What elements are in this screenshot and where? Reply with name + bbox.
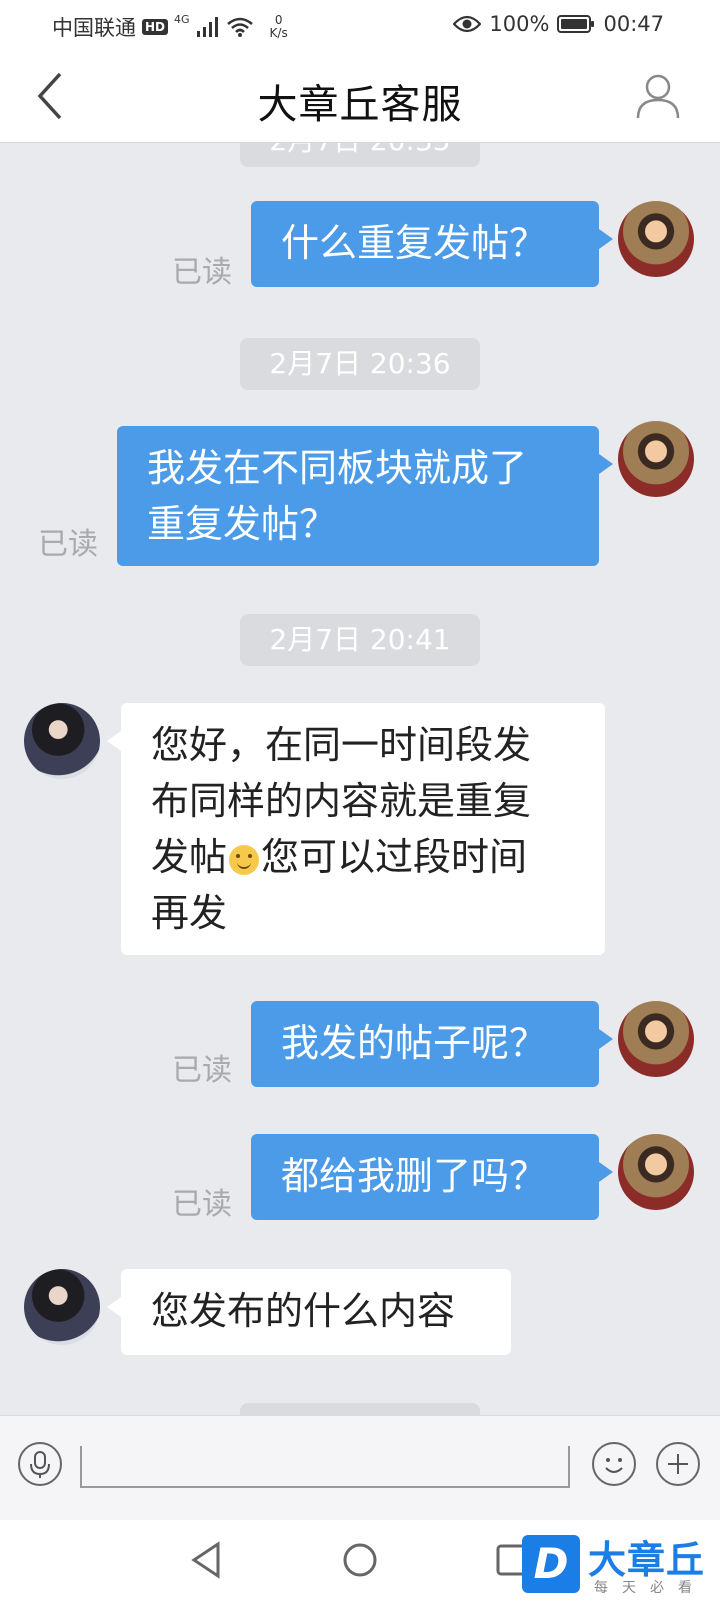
status-bar: 中国联通 HD 4G 0 K/s 100% 00:47 (0, 0, 720, 50)
wifi-icon (226, 17, 253, 37)
speed-unit: K/s (269, 26, 288, 40)
message-bubble-incoming[interactable]: 您好，在同一时间段发 布同样的内容就是重复 发帖 您可以过段时间 再发 (107, 703, 605, 955)
network-speed: 0 K/s (270, 14, 288, 40)
watermark-name: 大章丘 (588, 1538, 706, 1582)
read-status: 已读 (172, 1053, 232, 1088)
message-input-bar (0, 1415, 720, 1521)
eye-icon (453, 15, 482, 33)
nav-back-button[interactable] (186, 1540, 230, 1580)
avatar[interactable] (24, 703, 100, 779)
message-line: 您好，在同一时间段发 (151, 723, 532, 767)
person-icon (636, 74, 680, 119)
message-line: 布同样的内容就是重复 (151, 779, 532, 823)
timestamp: 2月7日 20:36 (240, 338, 480, 390)
hd-badge: HD (142, 19, 169, 35)
carrier-label: 中国联通 (52, 16, 136, 40)
chat-message-list[interactable]: 2月7日 20:35 已读 什么重复发帖？ 2月7日 20:36 已读 我发在不… (0, 143, 720, 1415)
chat-screen: 中国联通 HD 4G 0 K/s 100% 00:47 大章丘客服 已读 什么重… (0, 0, 720, 1600)
nav-home-button[interactable] (338, 1540, 382, 1580)
voice-button[interactable] (18, 1442, 62, 1486)
message-text: 都给我删了吗？ (281, 1154, 548, 1198)
message-text: 您发布的什么内容 (151, 1289, 456, 1333)
smiley-icon (605, 1458, 623, 1473)
message-line: 我发在不同板块就成了 (147, 446, 528, 490)
timestamp: 2月7日 20:41 (240, 614, 480, 666)
plus-icon (668, 1454, 688, 1474)
page-title: 大章丘客服 (257, 82, 463, 128)
read-status: 已读 (38, 527, 98, 562)
read-status: 已读 (172, 1187, 232, 1222)
message-text: 发帖 (151, 835, 228, 879)
message-text: 什么重复发帖？ (281, 221, 548, 265)
watermark-slogan: 每天必看 (594, 1580, 706, 1596)
watermark-logo-mark: D (522, 1535, 580, 1593)
emoji-button[interactable] (592, 1442, 636, 1486)
message-line: 发帖 您可以过段时间 (151, 829, 575, 885)
read-status: 已读 (172, 255, 232, 290)
avatar[interactable] (618, 421, 694, 497)
microphone-icon (30, 1451, 50, 1478)
avatar[interactable] (618, 201, 694, 277)
battery-percent: 100% (489, 12, 550, 36)
message-bubble-outgoing[interactable]: 我发的帖子呢？ (251, 1001, 613, 1087)
more-button[interactable] (656, 1442, 700, 1486)
avatar[interactable] (24, 1269, 100, 1345)
message-text: 我发的帖子呢？ (281, 1021, 548, 1065)
circle-home-icon (343, 1543, 377, 1577)
message-bubble-incoming[interactable]: 您发布的什么内容 (107, 1269, 511, 1355)
battery-icon (557, 15, 595, 33)
chat-header: 大章丘客服 (0, 50, 720, 143)
timestamp: 2月7日 20:35 (240, 143, 480, 167)
message-line: 重复发帖？ (147, 502, 338, 546)
watermark-logo: D 大章丘 每天必看 (522, 1533, 720, 1600)
message-bubble-outgoing[interactable]: 我发在不同板块就成了 重复发帖？ (117, 426, 613, 566)
network-type: 4G (174, 12, 190, 26)
message-bubble-outgoing[interactable]: 都给我删了吗？ (251, 1134, 613, 1220)
smiley-emoji-icon (229, 844, 260, 875)
message-bubble-outgoing[interactable]: 什么重复发帖？ (251, 201, 613, 287)
signal-icon (196, 17, 218, 37)
timestamp-partial (240, 1403, 480, 1415)
message-line: 再发 (151, 891, 228, 935)
profile-button[interactable] (632, 70, 684, 122)
clock: 00:47 (603, 12, 664, 36)
triangle-back-icon (191, 1541, 220, 1579)
message-text-field[interactable] (80, 1446, 570, 1488)
avatar[interactable] (618, 1134, 694, 1210)
avatar[interactable] (618, 1001, 694, 1077)
message-text: 您可以过段时间 (261, 835, 528, 879)
